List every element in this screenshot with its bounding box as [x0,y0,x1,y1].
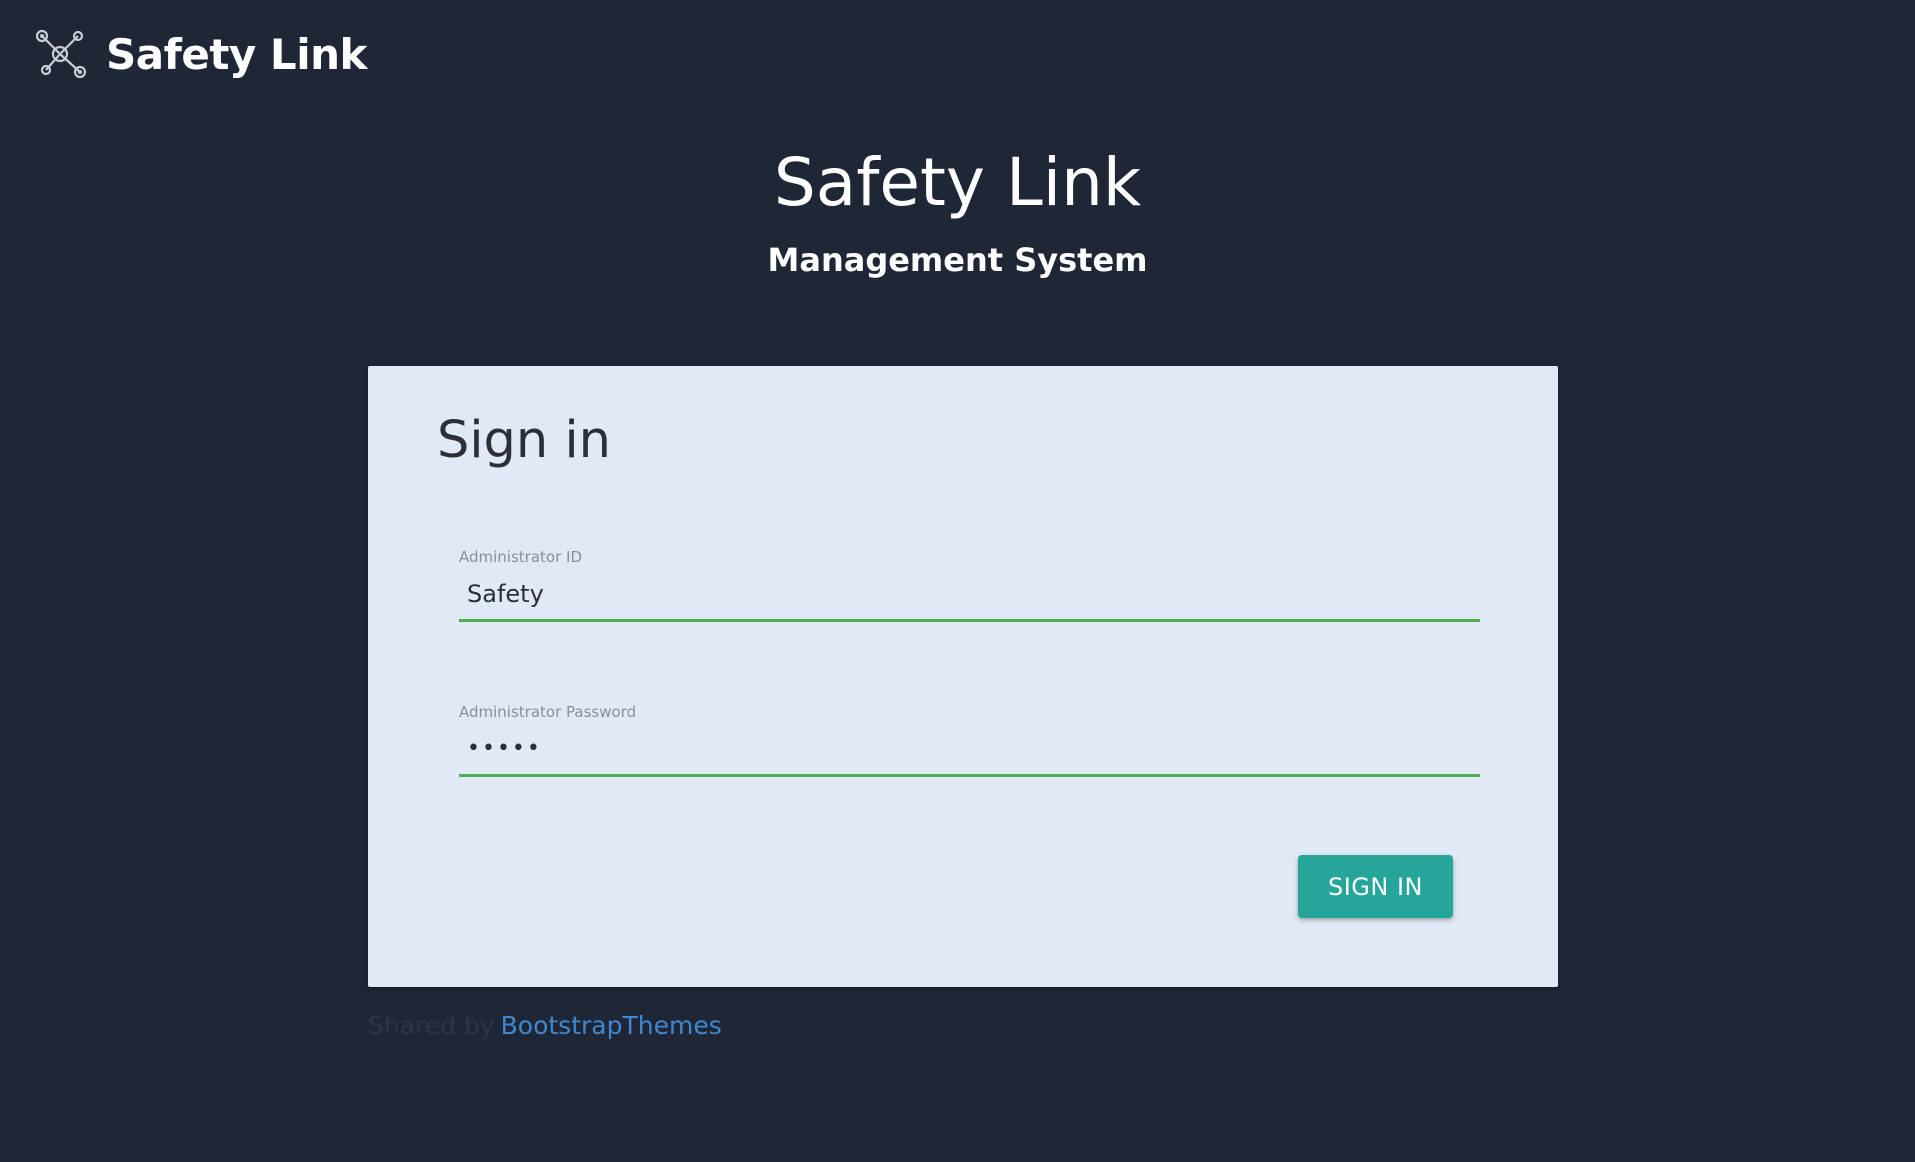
signin-title: Sign in [437,411,611,470]
administrator-password-label: Administrator Password [459,703,637,721]
administrator-id-input[interactable] [459,568,1480,622]
administrator-id-label: Administrator ID [459,548,582,566]
page-subtitle: Management System [767,241,1148,279]
network-nodes-icon [35,29,87,79]
signin-card: Sign in Administrator ID Administrator P… [368,366,1558,987]
bootstrapthemes-link[interactable]: BootstrapThemes [501,1011,722,1040]
sign-in-button[interactable]: SIGN IN [1298,855,1453,918]
credit-prefix: Shared by [368,1011,495,1040]
administrator-password-field: Administrator Password [459,701,1480,777]
brand[interactable]: Safety Link [34,28,367,82]
page-title: Safety Link [773,144,1142,221]
brand-name: Safety Link [106,30,367,79]
administrator-password-input[interactable] [459,723,1480,777]
administrator-id-field: Administrator ID [459,546,1480,622]
footer-credit: Shared by BootstrapThemes [368,1008,722,1044]
